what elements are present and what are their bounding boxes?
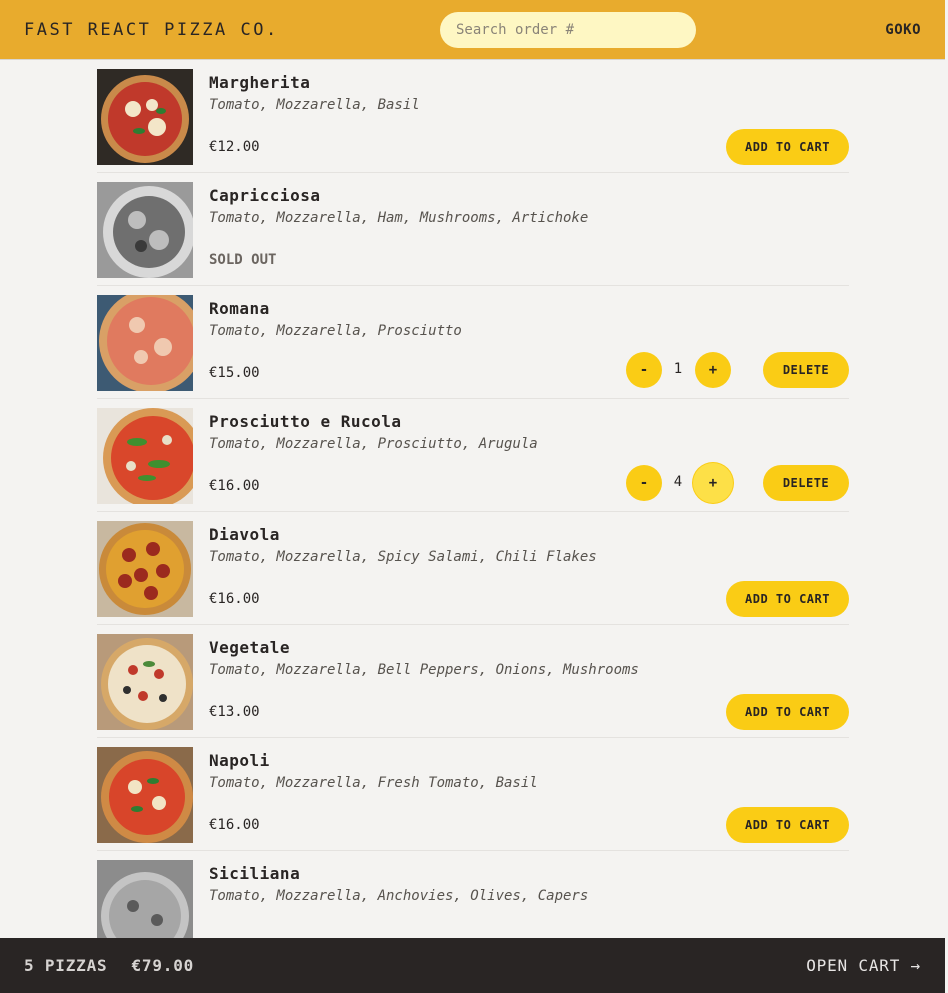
pizza-name: Vegetale	[209, 638, 291, 657]
pizza-price: €12.00	[209, 139, 260, 155]
app-logo-link[interactable]: FAST REACT PIZZA CO.	[24, 20, 279, 40]
add-to-cart-button[interactable]: ADD TO CART	[726, 694, 849, 730]
pizza-price: €16.00	[209, 817, 260, 833]
pizza-ingredients: Tomato, Mozzarella, Basil	[209, 97, 420, 113]
pizza-price: €16.00	[209, 591, 260, 607]
pizza-price: €13.00	[209, 704, 260, 720]
pizza-ingredients: Tomato, Mozzarella, Fresh Tomato, Basil	[209, 775, 538, 791]
pizza-image	[97, 182, 193, 278]
pizza-ingredients: Tomato, Mozzarella, Bell Peppers, Onions…	[209, 662, 639, 678]
search-order-input[interactable]	[440, 12, 696, 48]
menu-item-margherita: Margherita Tomato, Mozzarella, Basil €12…	[97, 60, 849, 173]
pizza-name: Margherita	[209, 73, 311, 92]
pizza-name: Siciliana	[209, 864, 301, 883]
increase-quantity-button[interactable]: +	[695, 352, 731, 388]
pizza-image	[97, 860, 193, 938]
pizza-ingredients: Tomato, Mozzarella, Prosciutto	[209, 323, 462, 339]
item-quantity: 1	[673, 361, 683, 377]
pizza-name: Capricciosa	[209, 186, 321, 205]
pizza-price: €16.00	[209, 478, 260, 494]
add-to-cart-button[interactable]: ADD TO CART	[726, 581, 849, 617]
pizza-ingredients: Tomato, Mozzarella, Prosciutto, Arugula	[209, 436, 538, 452]
delete-item-button[interactable]: DELETE	[763, 352, 849, 388]
cart-summary: 5 PIZZAS €79.00	[24, 956, 194, 975]
decrease-quantity-button[interactable]: -	[626, 352, 662, 388]
pizza-price: €15.00	[209, 365, 260, 381]
pizza-name: Napoli	[209, 751, 270, 770]
pizza-name: Diavola	[209, 525, 280, 544]
menu-item-vegetale: Vegetale Tomato, Mozzarella, Bell Pepper…	[97, 625, 849, 738]
menu-item-capricciosa: Capricciosa Tomato, Mozzarella, Ham, Mus…	[97, 173, 849, 286]
pizza-image	[97, 747, 193, 843]
pizza-image	[97, 634, 193, 730]
menu-item-romana: Romana Tomato, Mozzarella, Prosciutto €1…	[97, 286, 849, 399]
cart-pizza-count: 5 PIZZAS	[24, 956, 108, 975]
cart-overview-bar: 5 PIZZAS €79.00 OPEN CART →	[0, 938, 945, 993]
cart-total-price: €79.00	[131, 956, 195, 975]
increase-quantity-button[interactable]: +	[695, 465, 731, 501]
add-to-cart-button[interactable]: ADD TO CART	[726, 129, 849, 165]
pizza-name: Romana	[209, 299, 270, 318]
pizza-image	[97, 69, 193, 165]
decrease-quantity-button[interactable]: -	[626, 465, 662, 501]
pizza-ingredients: Tomato, Mozzarella, Anchovies, Olives, C…	[209, 888, 589, 904]
pizza-image	[97, 521, 193, 617]
add-to-cart-button[interactable]: ADD TO CART	[726, 807, 849, 843]
username: GOKO	[885, 21, 921, 38]
open-cart-link[interactable]: OPEN CART →	[806, 956, 921, 975]
delete-item-button[interactable]: DELETE	[763, 465, 849, 501]
pizza-image	[97, 408, 193, 504]
sold-out-label: SOLD OUT	[209, 252, 277, 268]
menu-list: Margherita Tomato, Mozzarella, Basil €12…	[97, 60, 849, 938]
pizza-image	[97, 295, 193, 391]
menu-item-napoli: Napoli Tomato, Mozzarella, Fresh Tomato,…	[97, 738, 849, 851]
item-quantity: 4	[673, 474, 683, 490]
menu-item-diavola: Diavola Tomato, Mozzarella, Spicy Salami…	[97, 512, 849, 625]
pizza-name: Prosciutto e Rucola	[209, 412, 402, 431]
menu-item-prosciutto-e-rucola: Prosciutto e Rucola Tomato, Mozzarella, …	[97, 399, 849, 512]
pizza-ingredients: Tomato, Mozzarella, Ham, Mushrooms, Arti…	[209, 210, 589, 226]
pizza-ingredients: Tomato, Mozzarella, Spicy Salami, Chili …	[209, 549, 597, 565]
menu-item-siciliana: Siciliana Tomato, Mozzarella, Anchovies,…	[97, 851, 849, 938]
app-header: FAST REACT PIZZA CO. GOKO	[0, 0, 945, 60]
